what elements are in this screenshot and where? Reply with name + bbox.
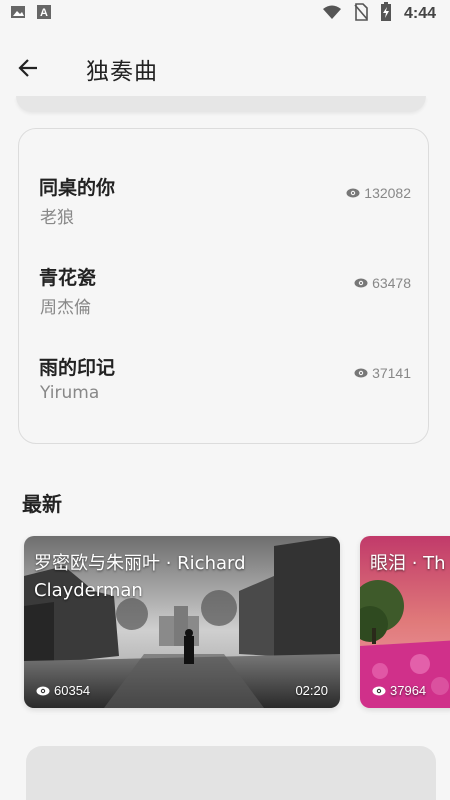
status-left-icons: A: [10, 4, 52, 24]
app-bar: 独奏曲: [0, 40, 450, 96]
card-views: 60354: [36, 683, 90, 698]
card-duration: 02:20: [295, 683, 328, 698]
card-views: 37964: [372, 683, 426, 698]
card-title: 罗密欧与朱丽叶 · Richard Clayderman: [34, 553, 246, 601]
status-time: 4:44: [403, 5, 436, 22]
next-section-card-partial[interactable]: [26, 746, 436, 800]
eye-icon: [354, 278, 368, 288]
previous-card-partial[interactable]: [16, 96, 426, 112]
song-artist: 老狼: [40, 208, 74, 228]
song-views: 37141: [354, 365, 411, 381]
eye-icon: [36, 686, 50, 695]
page-title: 独奏曲: [86, 59, 158, 85]
views-count: 60354: [54, 683, 91, 698]
views-count: 132082: [364, 185, 411, 201]
status-right-icons: 4:44: [322, 2, 436, 26]
battery-charging-icon: [380, 2, 392, 26]
views-count: 63478: [372, 275, 411, 291]
song-artist: Yiruma: [40, 383, 100, 403]
song-views: 63478: [354, 275, 411, 291]
status-bar: A 4:44: [0, 0, 450, 28]
font-icon: A: [36, 4, 52, 24]
song-views: 132082: [346, 185, 411, 201]
back-button[interactable]: [14, 54, 42, 82]
song-title: 雨的印记: [39, 357, 116, 379]
song-title: 青花瓷: [39, 267, 97, 289]
latest-card[interactable]: 罗密欧与朱丽叶 · Richard Clayderman 60354 02:20: [24, 536, 340, 708]
sim-off-icon: [354, 3, 368, 25]
song-artist: 周杰倫: [40, 298, 91, 318]
arrow-left-icon: [18, 59, 37, 77]
song-row[interactable]: 同桌的你 老狼 132082: [39, 173, 411, 233]
card-title: 眼泪 · Th: [370, 553, 446, 574]
song-row[interactable]: 青花瓷 周杰倫 63478: [39, 263, 411, 323]
eye-icon: [354, 368, 368, 378]
wifi-icon: [322, 4, 342, 24]
latest-card[interactable]: 眼泪 · Th 37964: [360, 536, 450, 708]
views-count: 37141: [372, 365, 411, 381]
eye-icon: [346, 188, 360, 198]
eye-icon: [372, 686, 386, 695]
svg-text:A: A: [40, 7, 48, 19]
image-icon: [10, 4, 26, 24]
views-count: 37964: [390, 683, 427, 698]
song-row[interactable]: 雨的印记 Yiruma 37141: [39, 353, 411, 413]
top-songs-card: 同桌的你 老狼 132082 青花瓷 周杰倫 63478 雨的印记 Yiruma…: [18, 128, 429, 444]
section-title-latest: 最新: [22, 492, 62, 516]
song-title: 同桌的你: [39, 177, 116, 199]
